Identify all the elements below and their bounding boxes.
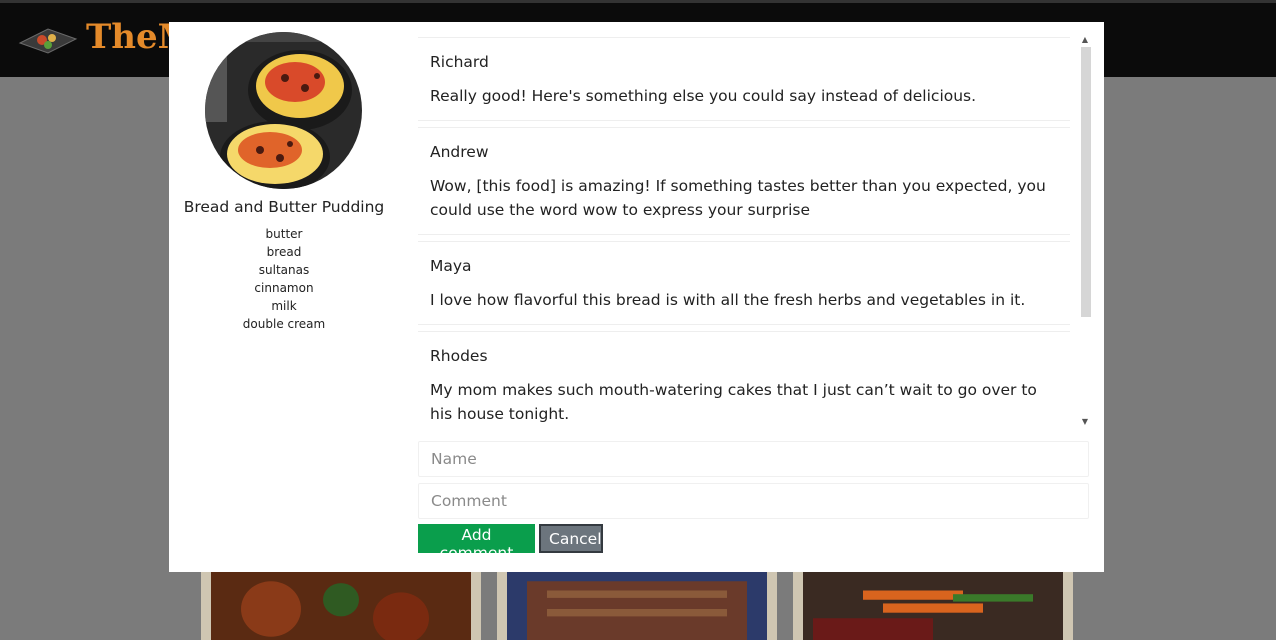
comment-text: I love how flavorful this bread is with … [430, 291, 1026, 309]
ingredient-item: sultanas [258, 263, 310, 277]
recipe-card-image [803, 572, 1063, 640]
comment-text: Really good! Here's something else you c… [430, 87, 977, 105]
comment-item: Andrew Wow, [this food] is amazing! If s… [418, 127, 1070, 235]
comment-author: Maya [430, 257, 472, 275]
comment-text: My mom makes such mouth-watering cakes t… [430, 381, 1037, 423]
add-comment-button[interactable]: Add comment [418, 524, 535, 562]
recipe-card[interactable] [497, 566, 777, 640]
ingredient-item: cinnamon [254, 281, 314, 295]
logo-icon[interactable] [18, 25, 78, 55]
ingredient-item: milk [271, 299, 297, 313]
comments-scrollbar[interactable]: ▲ ▼ [1078, 34, 1092, 434]
ingredient-item: bread [266, 245, 302, 259]
recipe-card-image [211, 572, 471, 640]
recipe-card[interactable] [201, 566, 481, 640]
ingredient-item: butter [265, 227, 303, 241]
name-input[interactable] [418, 441, 1089, 477]
recipe-card-image [507, 572, 767, 640]
recipe-card[interactable] [793, 566, 1073, 640]
comment-input[interactable] [418, 483, 1089, 519]
ingredient-list: butter bread sultanas cinnamon milk doub… [169, 225, 399, 333]
recipe-image [205, 32, 362, 189]
comment-text: Wow, [this food] is amazing! If somethin… [430, 177, 1046, 219]
cancel-button[interactable]: Cancel [539, 524, 603, 553]
scroll-down-arrow-icon[interactable]: ▼ [1078, 416, 1092, 428]
recipe-photo [205, 32, 362, 189]
comment-author: Andrew [430, 143, 489, 161]
recipe-title: Bread and Butter Pudding [183, 198, 385, 216]
comment-author: Richard [430, 53, 489, 71]
comment-item: Rhodes My mom makes such mouth-watering … [418, 331, 1070, 432]
comments-list[interactable]: Richard Really good! Here's something el… [418, 37, 1092, 432]
comment-item: Richard Really good! Here's something el… [418, 37, 1070, 121]
scroll-up-arrow-icon[interactable]: ▲ [1078, 34, 1092, 46]
comment-author: Rhodes [430, 347, 488, 365]
ingredient-item: double cream [242, 317, 326, 331]
recipe-comments-modal: Bread and Butter Pudding butter bread su… [169, 22, 1104, 572]
scrollbar-thumb[interactable] [1081, 47, 1091, 317]
comment-item: Maya I love how flavorful this bread is … [418, 241, 1070, 325]
